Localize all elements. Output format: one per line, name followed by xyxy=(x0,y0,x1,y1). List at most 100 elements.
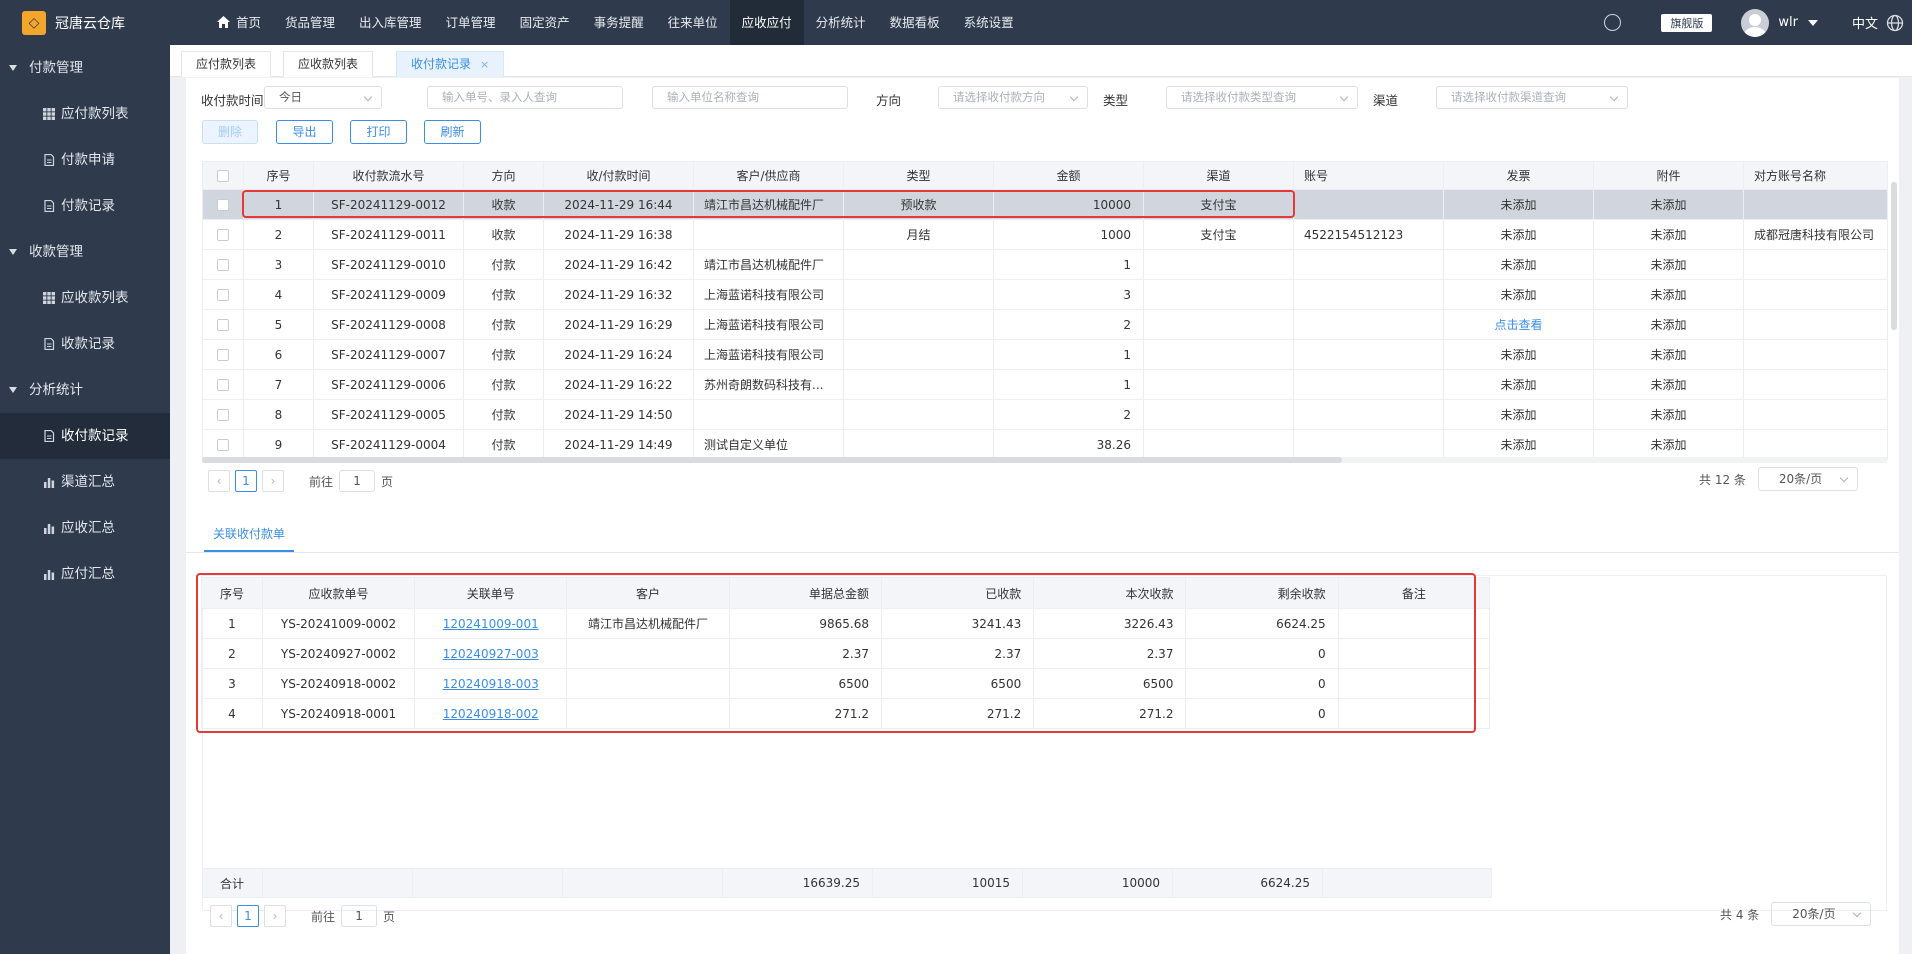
sidebar-group[interactable]: 收款管理 xyxy=(0,229,170,275)
page-size-select[interactable]: 20条/页 xyxy=(1771,902,1872,926)
column-header[interactable]: 序号 xyxy=(243,161,314,190)
unit-search-input[interactable]: 输入单位名称查询 xyxy=(652,86,848,109)
table-row[interactable]: 3 SF-20241129-0010 付款 2024-11-29 16:42 靖江市昌达… xyxy=(202,249,1888,280)
vertical-scrollbar[interactable] xyxy=(1891,182,1897,330)
sidebar-item[interactable]: 付款记录 xyxy=(0,183,170,229)
row-checkbox[interactable] xyxy=(217,379,229,391)
order-search-input[interactable]: 输入单号、录入人查询 xyxy=(427,86,623,109)
page-number[interactable]: 1 xyxy=(235,470,257,492)
horizontal-scrollbar[interactable] xyxy=(202,457,1887,463)
column-header[interactable]: 金额 xyxy=(993,161,1144,190)
row-select-cell[interactable] xyxy=(202,249,244,280)
tab-payment-records[interactable]: 收付款记录 × xyxy=(396,51,505,77)
row-checkbox[interactable] xyxy=(217,319,229,331)
nav-item[interactable]: 事务提醒 xyxy=(582,0,656,45)
column-header[interactable]: 收付款流水号 xyxy=(313,161,464,190)
sidebar-group[interactable]: 分析统计 xyxy=(0,367,170,413)
next-page-button[interactable]: › xyxy=(262,470,284,492)
nav-item[interactable]: 货品管理 xyxy=(273,0,347,45)
table-row[interactable]: 6 SF-20241129-0007 付款 2024-11-29 16:24 上海蓝诺科… xyxy=(202,339,1888,370)
avatar[interactable] xyxy=(1741,8,1770,37)
refresh-button[interactable]: 刷新 xyxy=(424,120,481,144)
help-icon[interactable] xyxy=(1604,14,1622,31)
row-select-cell[interactable] xyxy=(202,219,244,250)
row-select-cell[interactable] xyxy=(202,429,244,460)
language-switch[interactable]: 中文 xyxy=(1852,13,1878,32)
type-select[interactable]: 请选择收付款类型查询 xyxy=(1166,86,1358,109)
globe-icon[interactable] xyxy=(1886,14,1904,32)
goto-page-input[interactable]: 1 xyxy=(339,470,376,492)
nav-item[interactable]: 系统设置 xyxy=(952,0,1026,45)
nav-item[interactable]: 固定资产 xyxy=(508,0,582,45)
next-page-button[interactable]: › xyxy=(264,905,286,927)
column-header[interactable]: 渠道 xyxy=(1143,161,1294,190)
sidebar-item[interactable]: 收付款记录 xyxy=(0,413,170,459)
prev-page-button[interactable]: ‹ xyxy=(210,905,232,927)
table-row[interactable]: 9 SF-20241129-0004 付款 2024-11-29 14:49 测试自定义… xyxy=(202,429,1888,460)
column-header[interactable]: 类型 xyxy=(843,161,994,190)
row-select-cell[interactable] xyxy=(202,309,244,340)
table-row[interactable]: 1 SF-20241129-0012 收款 2024-11-29 16:44 靖江市昌达… xyxy=(202,189,1888,220)
column-header[interactable]: 客户/供应商 xyxy=(693,161,844,190)
column-header[interactable]: 附件 xyxy=(1593,161,1744,190)
tab-payable-list[interactable]: 应付款列表 xyxy=(181,51,272,77)
delete-button[interactable]: 删除 xyxy=(202,120,258,144)
select-all-checkbox[interactable] xyxy=(217,170,229,182)
direction-select[interactable]: 请选择收付款方向 xyxy=(938,86,1088,109)
row-checkbox[interactable] xyxy=(217,349,229,361)
sidebar-group[interactable]: 付款管理 xyxy=(0,45,170,91)
tab-related-orders[interactable]: 关联收付款单 xyxy=(204,525,294,547)
row-checkbox[interactable] xyxy=(217,409,229,421)
table-cell-ref[interactable]: 120240918-003 xyxy=(414,668,568,699)
sidebar-item[interactable]: 收款记录 xyxy=(0,321,170,367)
nav-item[interactable]: 数据看板 xyxy=(878,0,952,45)
nav-item[interactable]: 订单管理 xyxy=(434,0,508,45)
channel-select[interactable]: 请选择收付款渠道查询 xyxy=(1436,86,1628,109)
app-logo[interactable]: ◇ 冠唐云仓库 xyxy=(0,0,170,45)
table-cell-ref[interactable]: 120240918-002 xyxy=(414,698,568,729)
table-row[interactable]: 4 SF-20241129-0009 付款 2024-11-29 16:32 上海蓝诺科… xyxy=(202,279,1888,310)
table-row[interactable]: 2 SF-20241129-0011 收款 2024-11-29 16:38 月结 100… xyxy=(202,219,1888,250)
time-filter-select[interactable]: 今日 xyxy=(264,86,382,109)
sidebar-item[interactable]: 付款申请 xyxy=(0,137,170,183)
row-checkbox[interactable] xyxy=(217,199,229,211)
column-header[interactable]: 发票 xyxy=(1443,161,1594,190)
sidebar-item[interactable]: 应付款列表 xyxy=(0,91,170,137)
row-select-cell[interactable] xyxy=(202,189,244,220)
sidebar-item[interactable]: 应收汇总 xyxy=(0,505,170,551)
close-icon[interactable]: × xyxy=(480,58,489,71)
row-checkbox[interactable] xyxy=(217,439,229,451)
table-row[interactable]: 8 SF-20241129-0005 付款 2024-11-29 14:50 2 未添加未… xyxy=(202,399,1888,430)
print-button[interactable]: 打印 xyxy=(350,120,407,144)
table-row[interactable]: 5 SF-20241129-0008 付款 2024-11-29 16:29 上海蓝诺科… xyxy=(202,309,1888,340)
nav-item[interactable]: 往来单位 xyxy=(656,0,730,45)
nav-item[interactable]: 首页 xyxy=(205,0,273,45)
column-header[interactable]: 方向 xyxy=(463,161,544,190)
goto-page-input[interactable]: 1 xyxy=(341,905,378,927)
chevron-down-icon[interactable] xyxy=(1807,19,1818,26)
nav-item[interactable]: 分析统计 xyxy=(804,0,878,45)
sidebar-item[interactable]: 应收款列表 xyxy=(0,275,170,321)
column-header[interactable]: 收/付款时间 xyxy=(543,161,694,190)
scrollbar-thumb[interactable] xyxy=(202,457,1342,463)
nav-item[interactable]: 应收应付 xyxy=(729,0,804,45)
nav-item[interactable]: 出入库管理 xyxy=(347,0,434,45)
export-button[interactable]: 导出 xyxy=(276,120,333,144)
user-name[interactable]: wlr xyxy=(1778,15,1798,30)
row-select-cell[interactable] xyxy=(202,369,244,400)
table-cell-invoice[interactable]: 点击查看 xyxy=(1443,309,1594,340)
column-header[interactable]: 账号 xyxy=(1293,161,1444,190)
row-checkbox[interactable] xyxy=(217,259,229,271)
sidebar-item[interactable]: 应付汇总 xyxy=(0,551,170,597)
row-checkbox[interactable] xyxy=(217,289,229,301)
column-header[interactable]: 对方账号名称 xyxy=(1743,161,1888,190)
row-select-cell[interactable] xyxy=(202,279,244,310)
tab-receivable-list[interactable]: 应收款列表 xyxy=(283,51,374,77)
prev-page-button[interactable]: ‹ xyxy=(208,470,230,492)
table-row[interactable]: 7 SF-20241129-0006 付款 2024-11-29 16:22 苏州奇朗数… xyxy=(202,369,1888,400)
sidebar-item[interactable]: 渠道汇总 xyxy=(0,459,170,505)
row-select-cell[interactable] xyxy=(202,399,244,430)
table-cell-ref[interactable]: 120240927-003 xyxy=(414,638,568,669)
select-all-cell[interactable] xyxy=(202,161,244,190)
row-select-cell[interactable] xyxy=(202,339,244,370)
